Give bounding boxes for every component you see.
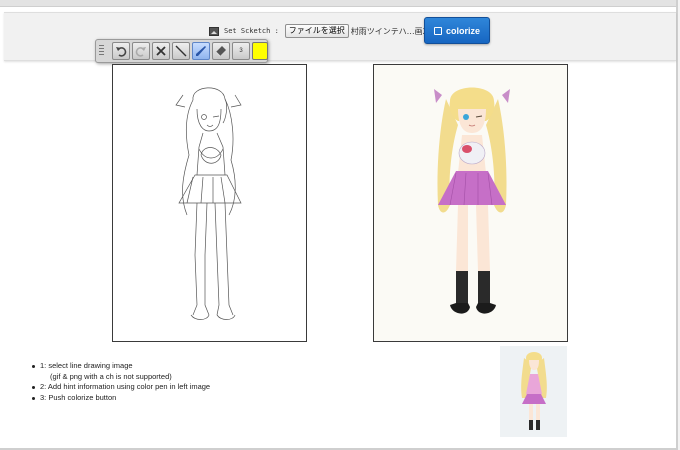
file-select-button[interactable]: ファイルを選択 <box>284 24 349 38</box>
image-icon <box>209 26 219 36</box>
line-tool-button[interactable] <box>172 42 190 60</box>
checkbox-icon <box>433 26 442 35</box>
pen-icon <box>196 46 206 56</box>
redo-button[interactable] <box>132 42 150 60</box>
file-select-row: Set Scketch : ファイルを選択 村雨ツインテハ…画2.png <box>209 24 446 38</box>
sketch-canvas[interactable] <box>112 64 307 342</box>
line-drawing-image <box>175 87 242 320</box>
instructions-list: 1: select line drawing image (gif & png … <box>30 361 210 403</box>
eraser-tool-button[interactable] <box>212 42 230 60</box>
undo-button[interactable] <box>112 42 130 60</box>
drawing-toolbar: 3 <box>95 39 268 63</box>
top-bar <box>0 0 676 7</box>
instruction-step-3: 3: Push colorize button <box>31 393 210 404</box>
undo-icon <box>116 47 127 57</box>
color-picker-button[interactable] <box>252 42 268 60</box>
instruction-step-2: 2: Add hint information using color pen … <box>31 382 211 391</box>
pen-tool-button[interactable] <box>192 42 210 60</box>
page-frame: Set Scketch : ファイルを選択 村雨ツインテハ…画2.png col… <box>0 0 678 450</box>
colorized-result <box>373 64 568 342</box>
eraser-icon <box>215 46 226 57</box>
redo-icon <box>135 47 146 57</box>
result-thumbnail[interactable] <box>500 346 567 437</box>
instruction-step-1: 1: select line drawing image <box>31 361 210 372</box>
thumbnail-image <box>521 352 547 430</box>
colorize-button[interactable]: colorize <box>424 17 490 44</box>
close-icon <box>156 46 166 56</box>
clear-button[interactable] <box>152 42 170 60</box>
drag-handle[interactable] <box>99 45 104 57</box>
line-icon <box>175 45 187 57</box>
colorized-image <box>434 87 510 314</box>
pen-size-button[interactable]: 3 <box>232 42 250 60</box>
set-sketch-label: Set Scketch : <box>224 27 279 35</box>
colorize-label: colorize <box>445 25 480 36</box>
instruction-note: (gif & png with a ch is not supported) <box>50 371 172 381</box>
